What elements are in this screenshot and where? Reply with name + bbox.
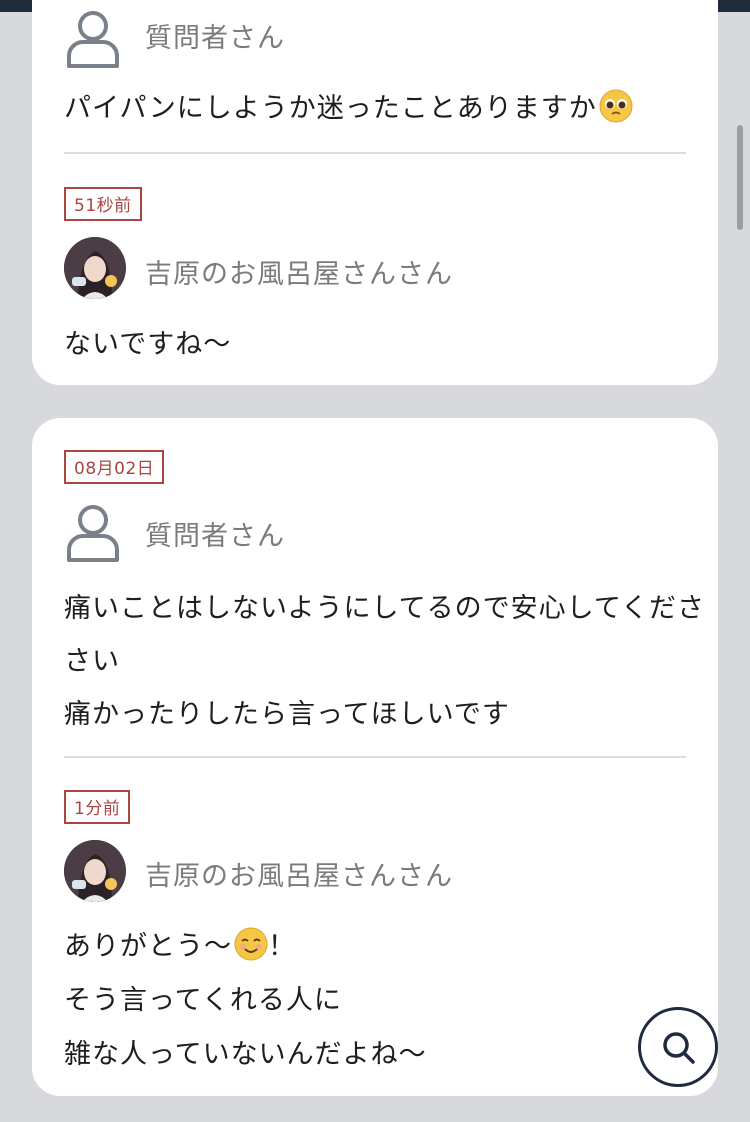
search-icon xyxy=(663,1032,695,1064)
user-icon xyxy=(64,8,122,70)
smiling-face-emoji xyxy=(234,926,268,979)
question-line-1: 痛いことはしないようにしてるので安心してくださ xyxy=(64,593,706,624)
answerer-avatar[interactable] xyxy=(64,237,126,299)
question-text: パイパンにしようか迷ったことありますか xyxy=(64,82,633,141)
scrollbar[interactable] xyxy=(737,125,743,230)
qa-card-2: 08月02日 質問者さん 痛いことはしないようにしてるので安心してくださ さい … xyxy=(32,418,718,1096)
answer-text: ないですね〜 xyxy=(64,329,232,360)
question-user-name: 質問者さん xyxy=(145,23,285,54)
question-line-2: さい xyxy=(64,646,120,677)
qa-card-1: 質問者さん パイパンにしようか迷ったことありますか 51秒前 吉原のお風呂屋さん… xyxy=(32,0,718,385)
date-badge: 08月02日 xyxy=(64,450,165,484)
search-button[interactable] xyxy=(638,1007,718,1087)
answer-line-3: 雑な人っていないんだよね〜 xyxy=(64,1039,427,1070)
divider xyxy=(64,152,686,154)
answer-line-1: ありがとう〜 ！ xyxy=(64,920,296,979)
question-text-content: パイパンにしようか迷ったことありますか xyxy=(64,93,597,124)
answer-line-1-text: ありがとう〜 xyxy=(64,931,232,962)
answer-line-2: そう言ってくれる人に xyxy=(64,985,342,1016)
question-user-name: 質問者さん xyxy=(145,521,285,552)
answer-time-badge: 51秒前 xyxy=(64,187,142,221)
answer-line-1-suffix: ！ xyxy=(268,931,296,962)
answer-time-badge: 1分前 xyxy=(64,790,131,824)
question-line-3: 痛かったりしたら言ってほしいです xyxy=(64,699,510,730)
answer-user-name: 吉原のお風呂屋さんさん xyxy=(145,861,453,892)
answer-user-name: 吉原のお風呂屋さんさん xyxy=(145,259,453,290)
user-icon xyxy=(64,502,122,564)
answerer-avatar[interactable] xyxy=(64,840,126,902)
pleading-face-emoji xyxy=(599,88,633,141)
divider xyxy=(64,756,686,758)
